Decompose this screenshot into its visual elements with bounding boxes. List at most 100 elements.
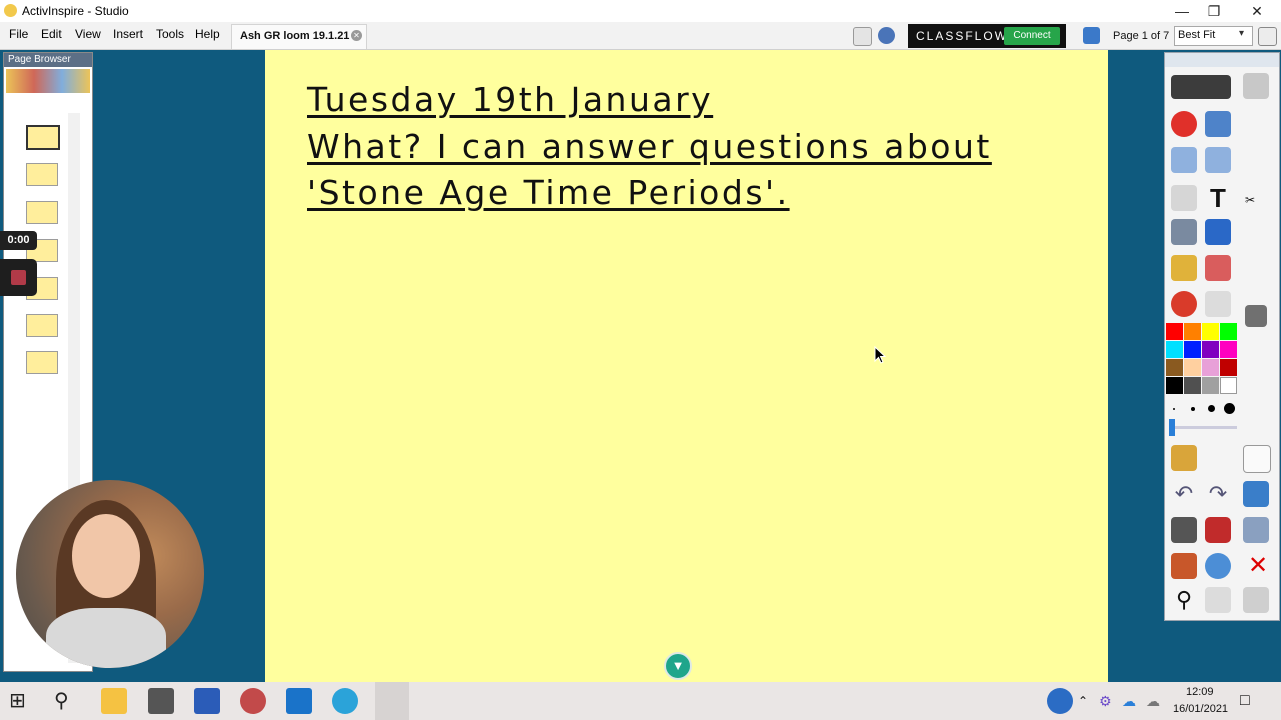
color-swatch[interactable] [1184,341,1201,358]
pen-width-slider[interactable] [1169,426,1237,429]
next-page-icon[interactable] [1205,147,1231,173]
export-icon[interactable] [1243,517,1269,543]
clipboard-icon[interactable] [1243,587,1269,613]
select-icon[interactable] [1171,185,1197,211]
flipchart-canvas[interactable]: Tuesday 19th January What? I can answer … [265,50,1108,682]
color-swatch[interactable] [1166,323,1183,340]
menu-insert[interactable]: Insert [113,27,143,41]
share-icon[interactable] [1171,75,1231,99]
fullscreen-icon[interactable] [1258,27,1277,46]
previous-page-icon[interactable] [1171,147,1197,173]
pen-width-option[interactable] [1191,407,1195,411]
page-browser-title: Page Browser [8,54,71,65]
color-swatch[interactable] [1202,359,1219,376]
app-icon [4,4,17,17]
designer-icon[interactable] [1243,73,1269,99]
canvas-objective: What? I can answer questions about [307,127,992,166]
color-swatch[interactable] [1184,359,1201,376]
shapes-icon[interactable] [1205,291,1231,317]
chevron-up-icon[interactable]: ⌃ [1078,688,1092,714]
gear-icon[interactable]: ⚙ [1099,688,1117,714]
canvas-topic: 'Stone Age Time Periods'. [307,173,790,212]
color-swatch[interactable] [1220,341,1237,358]
menu-help[interactable]: Help [195,27,220,41]
eraser-icon[interactable] [1205,255,1231,281]
pen-icon[interactable] [1171,219,1197,245]
page-thumbnail[interactable] [26,201,58,224]
color-swatch[interactable] [1166,341,1183,358]
onedrive-icon[interactable]: ☁ [1146,688,1166,714]
connect-button[interactable]: Connect [1004,27,1060,45]
pen-width-option[interactable] [1224,403,1235,414]
browser-tabs-icons[interactable] [6,69,90,93]
taskbar: ⊞ ⚲ ⌃ ⚙ ☁ ☁ 12:09 16/01/2021 □ [0,682,1281,720]
webcam-bubble[interactable] [16,480,204,668]
pen-width-option[interactable] [1208,405,1215,412]
color-swatch[interactable] [1184,323,1201,340]
color-swatch[interactable] [1202,323,1219,340]
windows-start-icon[interactable]: ⊞ [9,688,35,714]
pen-width-slider-thumb[interactable] [1169,419,1175,436]
app-icon[interactable] [240,688,266,714]
font-icon[interactable] [1205,587,1231,613]
activ-icon[interactable] [878,27,895,44]
page-thumbnail[interactable] [26,125,60,150]
title-bar: ActivInspire - Studio — ❐ ✕ [0,0,1281,22]
undo-icon[interactable]: ↶ [1171,481,1197,507]
page-thumbnail[interactable] [26,163,58,186]
activ-icon[interactable] [1171,111,1197,137]
highlighter-icon[interactable] [1205,219,1231,245]
edge-icon[interactable] [332,688,358,714]
dice-icon[interactable] [1205,517,1231,543]
color-swatch[interactable] [1202,341,1219,358]
activinspire-taskbar-icon[interactable] [375,682,409,720]
cloud-icon[interactable]: ☁ [1122,688,1142,714]
page-edit-icon[interactable] [1245,305,1267,327]
help-icon[interactable] [1047,688,1073,714]
color-swatch[interactable] [1220,359,1237,376]
color-swatch[interactable] [1166,359,1183,376]
resources-icon[interactable] [1205,111,1231,137]
color-swatch[interactable] [1202,377,1219,394]
sims-icon[interactable] [148,688,174,714]
scissors-icon[interactable]: ✂ [1245,193,1267,215]
menu-edit[interactable]: Edit [41,27,62,41]
menu-view[interactable]: View [75,27,101,41]
expand-icon[interactable]: ▼ [664,652,692,680]
menu-file[interactable]: File [9,27,28,41]
fill-icon[interactable] [1171,255,1197,281]
magnifier-icon[interactable]: ⚲ [1171,587,1197,613]
close-window-button[interactable]: ✕ [1237,1,1277,21]
close-icon[interactable]: ✕ [1245,553,1271,579]
toolbox-header [1165,53,1279,67]
page-thumbnail[interactable] [26,314,58,337]
color-swatch[interactable] [1166,377,1183,394]
compass-icon[interactable] [1205,553,1231,579]
search-icon[interactable]: ⚲ [54,688,80,714]
color-swatch[interactable] [1220,377,1237,394]
zoom-select[interactable]: Best Fit ▾ [1174,26,1253,46]
file-explorer-icon[interactable] [101,688,127,714]
outlook-icon[interactable] [286,688,312,714]
close-tab-icon[interactable]: ✕ [351,30,362,41]
menu-tools[interactable]: Tools [156,27,184,41]
clapper-icon[interactable] [1171,445,1197,471]
pen-width-option[interactable] [1173,408,1175,410]
redo-icon[interactable]: ↷ [1205,481,1231,507]
reveal-icon[interactable] [1171,517,1197,543]
color-swatch[interactable] [1220,323,1237,340]
maximize-button[interactable]: ❐ [1194,1,1234,21]
page-notes-icon[interactable] [853,27,872,46]
tools-icon[interactable] [1171,553,1197,579]
image-icon[interactable] [1243,481,1269,507]
page-icon[interactable] [1243,445,1271,473]
word-icon[interactable] [194,688,220,714]
page-thumbnail[interactable] [26,351,58,374]
dual-user-icon[interactable] [1083,27,1100,44]
stop-recording-button[interactable] [0,259,37,296]
notification-icon[interactable]: □ [1240,688,1266,714]
color-swatch[interactable] [1184,377,1201,394]
text-icon[interactable]: T [1205,185,1231,211]
document-tab[interactable]: Ash GR loom 19.1.21 ✕ [231,24,367,49]
color-icon[interactable] [1171,291,1197,317]
